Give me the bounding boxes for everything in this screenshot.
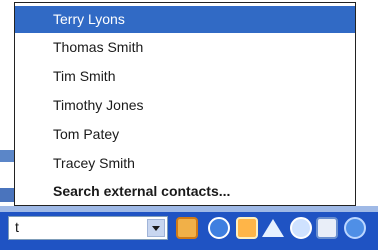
contact-suggestion-item[interactable]: Timothy Jones [15, 92, 355, 119]
contact-search-input[interactable]: t [15, 219, 19, 235]
background-window-bar [0, 188, 14, 202]
background-window-bar [0, 150, 14, 162]
chevron-down-icon[interactable] [147, 219, 165, 237]
back-arrow-icon[interactable] [208, 217, 230, 239]
search-external-contacts-item[interactable]: Search external contacts... [15, 178, 355, 205]
background-window-edge [0, 0, 14, 150]
mail-icon[interactable] [236, 217, 258, 239]
contact-suggestion-item[interactable]: Thomas Smith [15, 34, 355, 61]
contact-suggestion-item[interactable]: Tim Smith [15, 63, 355, 90]
globe-icon[interactable] [344, 217, 366, 239]
search-icon[interactable] [290, 217, 312, 239]
document-icon[interactable] [316, 217, 338, 239]
contact-suggestion-item[interactable]: Terry Lyons [15, 6, 355, 33]
toolbar-top-strip [0, 206, 378, 212]
contact-suggestion-item[interactable]: Tom Patey [15, 121, 355, 148]
contact-suggestion-item[interactable]: Tracey Smith [15, 150, 355, 177]
contact-search-combobox[interactable]: t [8, 216, 168, 240]
home-icon[interactable] [262, 219, 284, 237]
contact-suggestion-dropdown: Terry Lyons Thomas Smith Tim Smith Timot… [14, 2, 356, 206]
contact-card-icon[interactable] [176, 217, 198, 239]
